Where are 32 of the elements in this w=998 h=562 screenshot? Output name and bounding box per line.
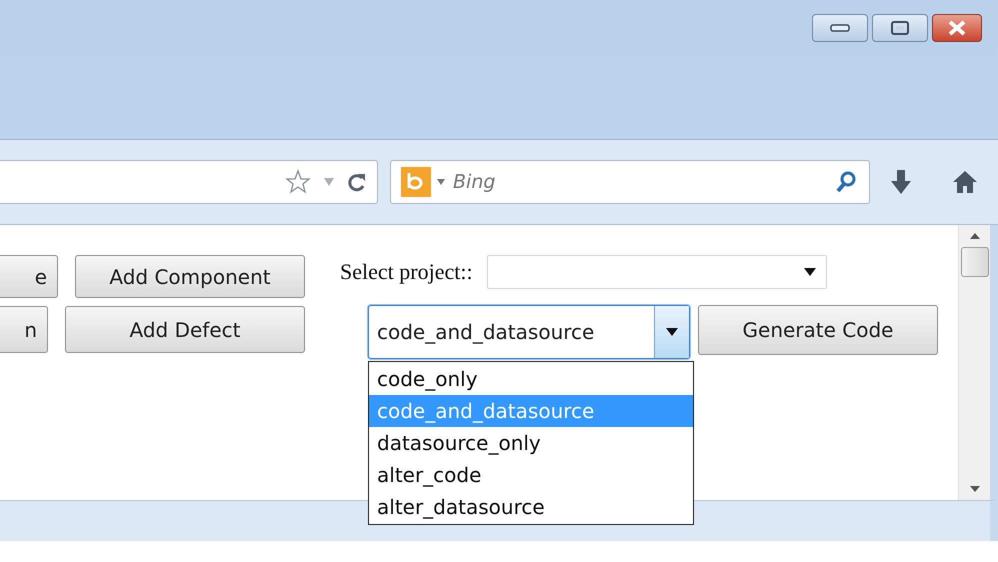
dropdown-option[interactable]: alter_code [369,459,693,491]
button[interactable]: e [0,255,58,298]
download-icon[interactable] [890,169,912,195]
scroll-up-icon [970,233,980,239]
scrollbar[interactable] [958,225,990,500]
reload-icon[interactable] [347,171,367,193]
star-icon[interactable] [285,169,311,195]
caret-icon [804,268,816,276]
scrollbar-thumb[interactable] [960,247,988,277]
mode-select[interactable]: code_and_datasource [368,305,690,359]
search-bar[interactable]: Bing [390,160,870,204]
maximize-button[interactable] [872,14,928,42]
close-icon [947,20,967,36]
add-defect-button[interactable]: Add Defect [65,306,305,353]
close-button[interactable] [932,14,982,42]
search-icon[interactable] [835,170,857,194]
add-component-button[interactable]: Add Component [75,255,305,298]
button[interactable]: n [0,306,48,353]
minimize-button[interactable] [812,14,868,42]
generate-code-button[interactable]: Generate Code [698,305,938,355]
maximize-icon [890,20,910,36]
home-icon[interactable] [952,169,978,195]
dropdown-icon [437,179,445,185]
field-label: Select project:: [340,259,473,285]
minimize-icon [830,23,850,33]
caret-icon [666,328,678,336]
dropdown-option[interactable]: datasource_only [369,427,693,459]
search-field[interactable]: Bing [451,170,829,194]
scroll-down-icon [970,486,980,492]
search-engine-icon [401,167,431,197]
dropdown-option[interactable]: alter_datasource [369,491,693,523]
dropdown-option[interactable]: code_only [369,363,693,395]
